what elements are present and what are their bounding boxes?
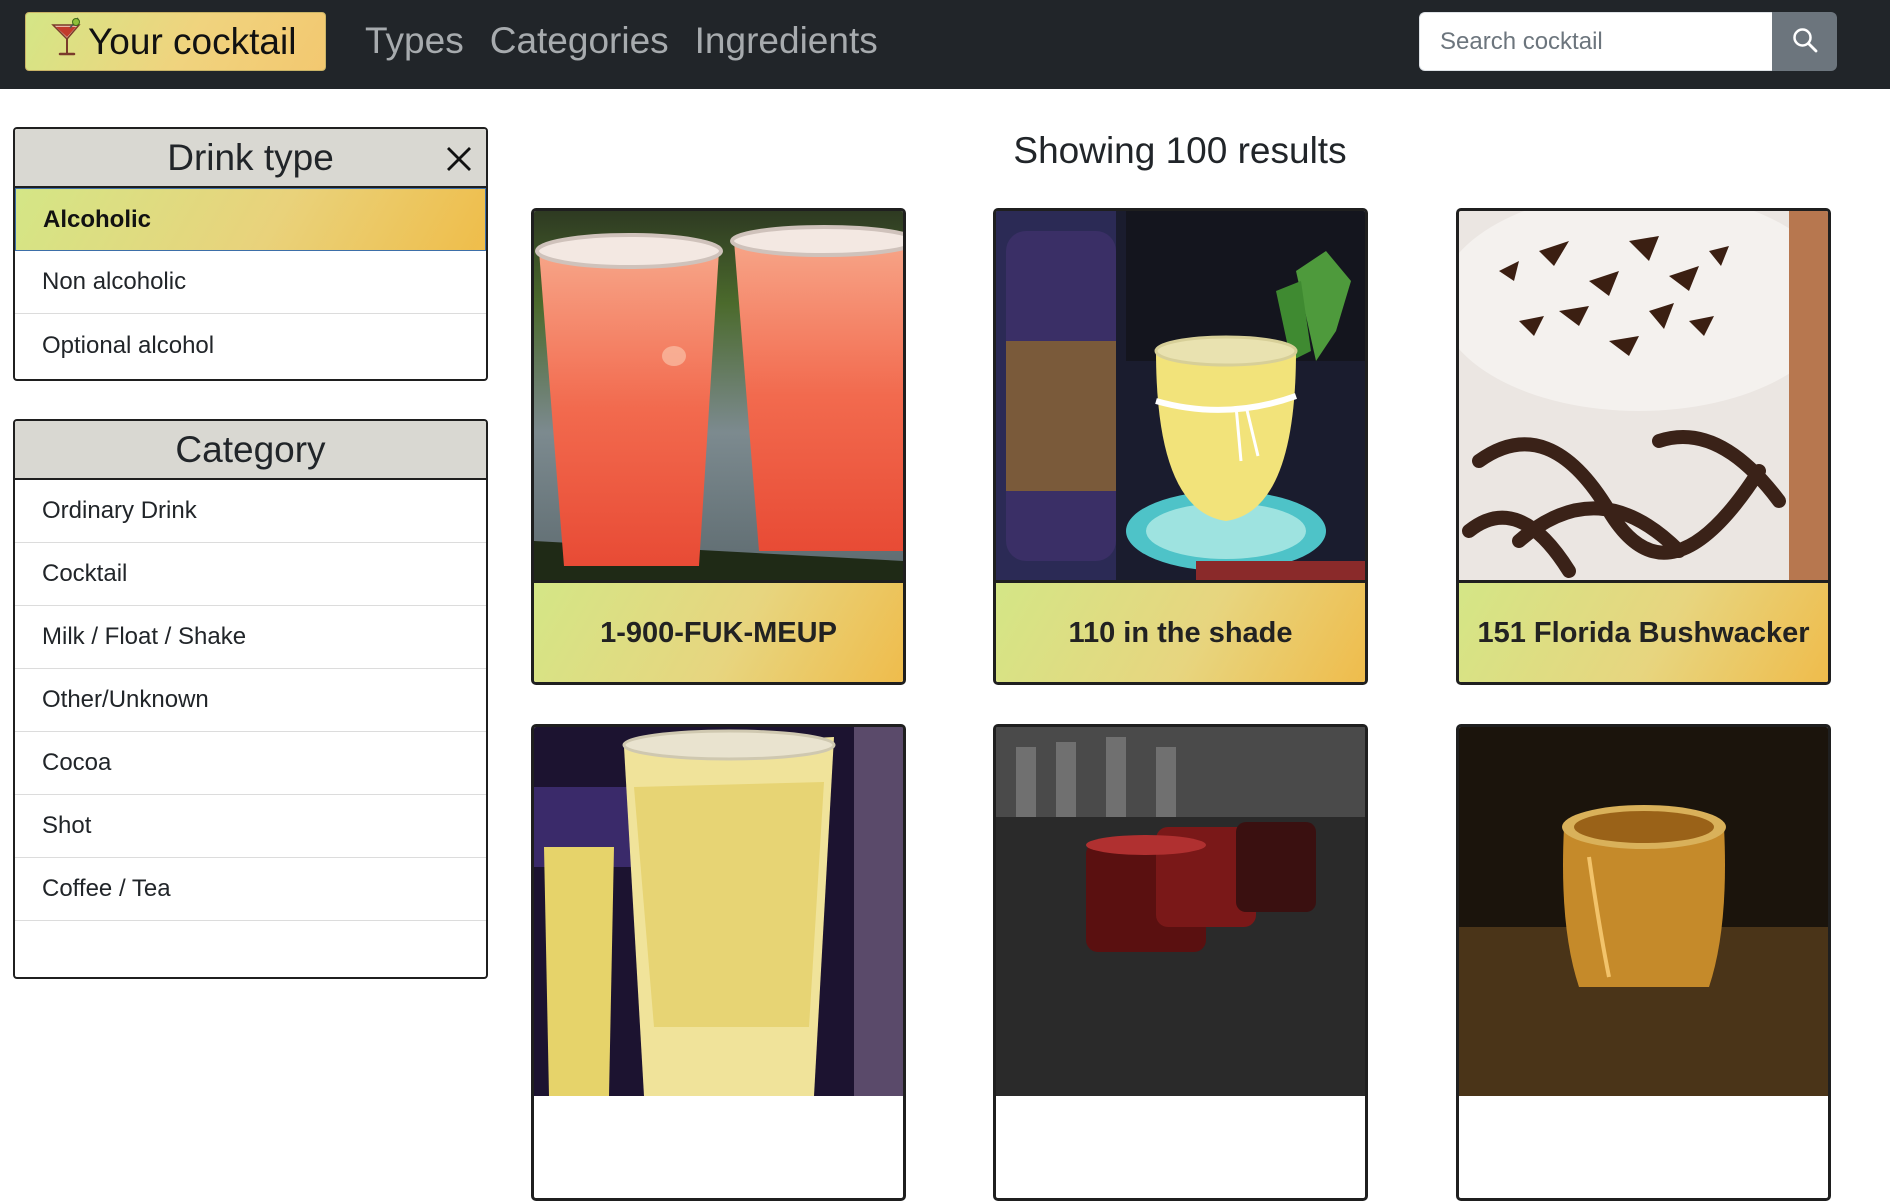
drink-type-non-alcoholic[interactable]: Non alcoholic: [15, 251, 486, 314]
nav-links: Types Categories Ingredients: [365, 17, 904, 65]
cocktail-glass-icon: [50, 16, 88, 67]
category-title: Category: [175, 428, 326, 470]
drink-type-title: Drink type: [167, 136, 334, 178]
brand-label: Your cocktail: [88, 20, 297, 62]
category-item-milk-float-shake[interactable]: Milk / Float / Shake: [15, 606, 486, 669]
category-label: Coffee / Tea: [42, 875, 171, 902]
cocktail-card[interactable]: [1456, 724, 1831, 1201]
red-shot-glasses-photo: [996, 727, 1365, 1096]
cocktail-card[interactable]: [993, 724, 1368, 1201]
drink-type-filter: Drink type Alcoholic Non alcoholic Optio…: [13, 127, 488, 381]
drink-type-alcoholic[interactable]: Alcoholic: [15, 188, 486, 251]
cocktail-card[interactable]: 151 Florida Bushwacker: [1456, 208, 1831, 685]
category-item-ordinary-drink[interactable]: Ordinary Drink: [15, 480, 486, 543]
amber-shot-glass-photo: [1459, 727, 1828, 1096]
results-count-heading: Showing 100 results: [1013, 130, 1347, 171]
nav-link-ingredients[interactable]: Ingredients: [695, 17, 878, 65]
chocolate-milkshake-photo: [1459, 211, 1828, 580]
category-item-other-unknown[interactable]: Other/Unknown: [15, 669, 486, 732]
cocktail-card[interactable]: 1-900-FUK-MEUP: [531, 208, 906, 685]
category-label: Cocoa: [42, 749, 112, 776]
search-icon: [1791, 26, 1819, 57]
nav-link-types[interactable]: Types: [365, 17, 464, 65]
brand-home-button[interactable]: Your cocktail: [25, 12, 326, 71]
search-bar: [1419, 12, 1837, 71]
cocktail-name: 151 Florida Bushwacker: [1459, 580, 1828, 682]
drink-type-header: Drink type: [15, 129, 486, 188]
yellow-drink-bar-photo: [534, 727, 903, 1096]
drink-type-optional-alcohol[interactable]: Optional alcohol: [15, 314, 486, 377]
cocktail-name: 110 in the shade: [996, 580, 1365, 682]
drink-type-label: Optional alcohol: [42, 331, 215, 359]
category-label: Shot: [42, 812, 92, 839]
red-cocktail-cups-photo: [534, 211, 903, 580]
whiskey-cocktail-glass-photo: [996, 211, 1365, 580]
category-filter: Category Ordinary Drink Cocktail Milk / …: [13, 419, 488, 979]
category-item-coffee-tea[interactable]: Coffee / Tea: [15, 858, 486, 921]
top-navbar: Your cocktail Types Categories Ingredien…: [0, 0, 1890, 89]
nav-link-categories[interactable]: Categories: [490, 17, 669, 65]
category-header: Category: [15, 421, 486, 480]
close-icon[interactable]: [444, 141, 474, 171]
search-input[interactable]: [1419, 12, 1772, 71]
category-label: Milk / Float / Shake: [42, 623, 247, 650]
category-label: Cocktail: [42, 560, 128, 587]
cocktail-card[interactable]: 110 in the shade: [993, 208, 1368, 685]
category-item-shot[interactable]: Shot: [15, 795, 486, 858]
cocktail-name: 1-900-FUK-MEUP: [534, 580, 903, 682]
category-label: Other/Unknown: [42, 686, 209, 713]
drink-type-label: Alcoholic: [43, 205, 152, 233]
category-label: Ordinary Drink: [42, 497, 197, 524]
category-item-cocktail[interactable]: Cocktail: [15, 543, 486, 606]
cocktail-card[interactable]: [531, 724, 906, 1201]
drink-type-label: Non alcoholic: [42, 268, 187, 295]
category-item-cocoa[interactable]: Cocoa: [15, 732, 486, 795]
search-button[interactable]: [1772, 12, 1837, 71]
